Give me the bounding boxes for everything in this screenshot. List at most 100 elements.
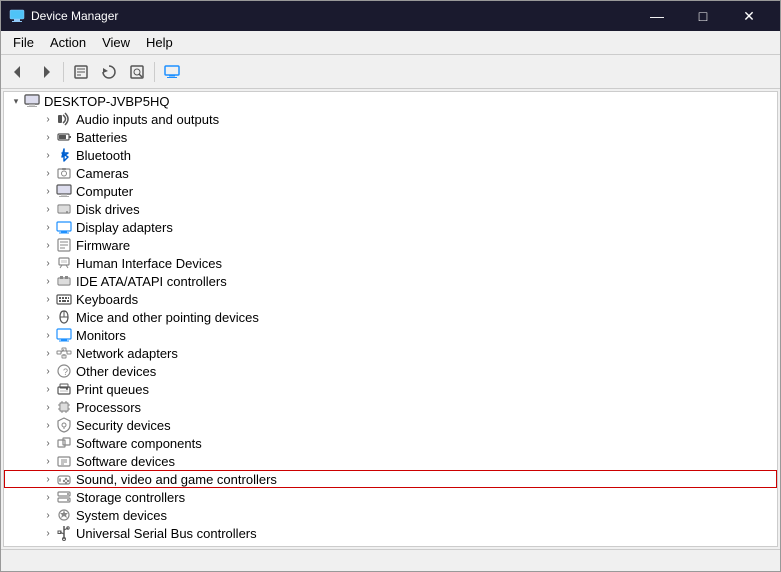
toolbar: [1, 55, 780, 89]
tree-item[interactable]: › Storage controllers: [4, 488, 777, 506]
scan-icon: [129, 64, 145, 80]
tree-item-arrow: ›: [40, 291, 56, 307]
tree-item[interactable]: › Display adapters: [4, 218, 777, 236]
title-bar-controls: — □ ✕: [634, 1, 772, 31]
tree-item-arrow: ›: [40, 381, 56, 397]
tree-item-label: Sound, video and game controllers: [76, 472, 277, 487]
tree-item-icon: [56, 399, 72, 415]
tree-item-arrow: ›: [40, 147, 56, 163]
tree-item-label: Security devices: [76, 418, 171, 433]
tree-item[interactable]: › Monitors: [4, 326, 777, 344]
maximize-button[interactable]: □: [680, 1, 726, 31]
tree-item-label: Cameras: [76, 166, 129, 181]
forward-icon: [38, 64, 54, 80]
tree-item-arrow: ›: [40, 417, 56, 433]
tree-item-arrow: ›: [40, 471, 56, 487]
tree-item-label: Computer: [76, 184, 133, 199]
tree-item-arrow: ›: [40, 129, 56, 145]
close-button[interactable]: ✕: [726, 1, 772, 31]
tree-item-label: IDE ATA/ATAPI controllers: [76, 274, 227, 289]
tree-item[interactable]: › Network adapters: [4, 344, 777, 362]
toolbar-scan-button[interactable]: [124, 59, 150, 85]
tree-item-icon: [56, 417, 72, 433]
status-bar: [1, 549, 780, 571]
tree-item-arrow: ›: [40, 165, 56, 181]
tree-item-label: Other devices: [76, 364, 156, 379]
tree-item-icon: [56, 309, 72, 325]
tree-item-arrow: ›: [40, 453, 56, 469]
tree-item-icon: [56, 345, 72, 361]
tree-item[interactable]: › Software components: [4, 434, 777, 452]
tree-item-icon: [56, 219, 72, 235]
toolbar-properties-button[interactable]: [68, 59, 94, 85]
tree-item[interactable]: › Bluetooth: [4, 146, 777, 164]
tree-item-arrow: ›: [40, 201, 56, 217]
tree-item[interactable]: › Disk drives: [4, 200, 777, 218]
back-icon: [10, 64, 26, 80]
tree-item[interactable]: › Print queues: [4, 380, 777, 398]
tree-root[interactable]: ▾ DESKTOP-JVBP5HQ: [4, 92, 777, 110]
tree-item-label: Print queues: [76, 382, 149, 397]
toolbar-separator-2: [154, 62, 155, 82]
root-icon: [24, 93, 40, 109]
tree-item-icon: [56, 327, 72, 343]
tree-item[interactable]: › Human Interface Devices: [4, 254, 777, 272]
tree-item[interactable]: › Audio inputs and outputs: [4, 110, 777, 128]
tree-item[interactable]: › Sound, video and game controllers: [4, 470, 777, 488]
tree-items-container: › Audio inputs and outputs › Batteries ›…: [4, 110, 777, 542]
toolbar-display-button[interactable]: [159, 59, 185, 85]
tree-item-icon: [56, 453, 72, 469]
menu-action[interactable]: Action: [42, 33, 94, 52]
tree-item-icon: [56, 237, 72, 253]
tree-item[interactable]: › System devices: [4, 506, 777, 524]
menu-bar: File Action View Help: [1, 31, 780, 55]
toolbar-update-button[interactable]: [96, 59, 122, 85]
menu-view[interactable]: View: [94, 33, 138, 52]
tree-item[interactable]: › Software devices: [4, 452, 777, 470]
tree-item[interactable]: › ? Other devices: [4, 362, 777, 380]
tree-item[interactable]: › IDE ATA/ATAPI controllers: [4, 272, 777, 290]
device-tree[interactable]: ▾ DESKTOP-JVBP5HQ › Audio inputs and out…: [3, 91, 778, 547]
tree-item[interactable]: › Keyboards: [4, 290, 777, 308]
tree-item-label: Network adapters: [76, 346, 178, 361]
tree-item-icon: [56, 255, 72, 271]
tree-item[interactable]: › Processors: [4, 398, 777, 416]
tree-item-arrow: ›: [40, 525, 56, 541]
menu-help[interactable]: Help: [138, 33, 181, 52]
toolbar-forward-button[interactable]: [33, 59, 59, 85]
tree-item-icon: [56, 489, 72, 505]
tree-item-icon: [56, 165, 72, 181]
tree-item-icon: [56, 435, 72, 451]
tree-item[interactable]: › Computer: [4, 182, 777, 200]
tree-item-icon: [56, 129, 72, 145]
tree-item-icon: [56, 381, 72, 397]
menu-file[interactable]: File: [5, 33, 42, 52]
minimize-button[interactable]: —: [634, 1, 680, 31]
window-icon: [9, 8, 25, 24]
properties-icon: [73, 64, 89, 80]
tree-item-arrow: ›: [40, 399, 56, 415]
tree-item-label: Software devices: [76, 454, 175, 469]
title-bar: Device Manager — □ ✕: [1, 1, 780, 31]
tree-item-arrow: ›: [40, 111, 56, 127]
tree-item-arrow: ›: [40, 489, 56, 505]
tree-item[interactable]: › Mice and other pointing devices: [4, 308, 777, 326]
toolbar-separator-1: [63, 62, 64, 82]
tree-item-label: Processors: [76, 400, 141, 415]
tree-item[interactable]: › Cameras: [4, 164, 777, 182]
tree-item-arrow: ›: [40, 327, 56, 343]
display-icon: [164, 64, 180, 80]
tree-item[interactable]: › Universal Serial Bus controllers: [4, 524, 777, 542]
toolbar-back-button[interactable]: [5, 59, 31, 85]
tree-item-arrow: ›: [40, 237, 56, 253]
tree-item-arrow: ›: [40, 309, 56, 325]
tree-item[interactable]: › Batteries: [4, 128, 777, 146]
tree-item-label: Human Interface Devices: [76, 256, 222, 271]
tree-item-icon: [56, 183, 72, 199]
tree-item-icon: ?: [56, 363, 72, 379]
tree-item-arrow: ›: [40, 363, 56, 379]
tree-item-label: Disk drives: [76, 202, 140, 217]
tree-item-icon: [56, 291, 72, 307]
tree-item[interactable]: › Firmware: [4, 236, 777, 254]
tree-item[interactable]: › Security devices: [4, 416, 777, 434]
